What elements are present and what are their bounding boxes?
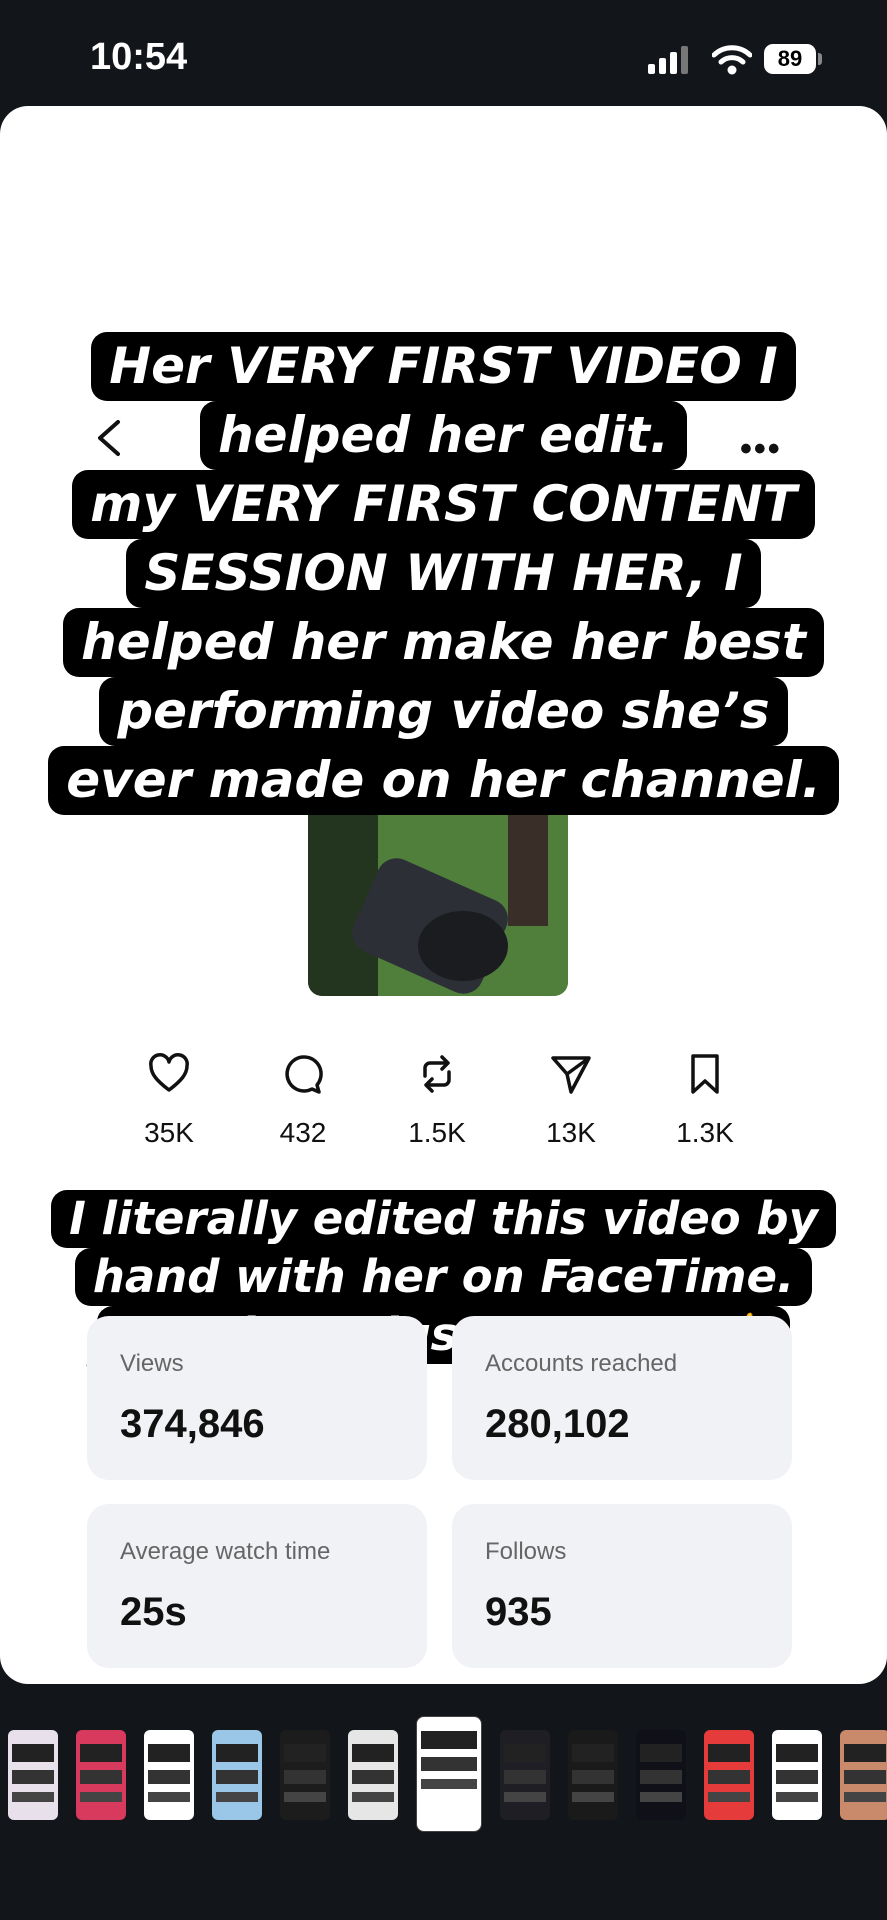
like-action[interactable]: 35K [114, 1052, 224, 1149]
story-thumbnail[interactable] [76, 1730, 126, 1820]
cellular-signal-icon [648, 46, 688, 74]
stat-label: Views [120, 1350, 184, 1377]
stat-value: 25s [120, 1590, 187, 1634]
caption-overlay-top: Her VERY FIRST VIDEO I helped her edit. … [0, 332, 887, 815]
caption-line: SESSION WITH HER, I [126, 539, 761, 608]
story-thumbnail[interactable] [568, 1730, 618, 1820]
caption-line: my VERY FIRST CONTENT [72, 470, 815, 539]
story-thumbnail[interactable] [8, 1730, 58, 1820]
story-thumbnail[interactable] [636, 1730, 686, 1820]
story-thumbnail[interactable] [280, 1730, 330, 1820]
battery-icon: 89 [764, 44, 824, 74]
comment-action[interactable]: 432 [248, 1052, 358, 1149]
stat-label: Average watch time [120, 1538, 331, 1565]
stat-card-accounts-reached[interactable]: Accounts reached 280,102 [452, 1316, 792, 1480]
caption-line: Her VERY FIRST VIDEO I [91, 332, 796, 401]
caption-line: I literally edited this video by [51, 1190, 836, 1248]
caption-line: helped her edit. [200, 401, 687, 470]
stat-card-views[interactable]: Views 374,846 [87, 1316, 427, 1480]
share-action[interactable]: 13K [516, 1052, 626, 1149]
stat-value: 280,102 [485, 1402, 630, 1446]
repost-count: 1.5K [408, 1117, 466, 1148]
caption-line: performing video she’s [99, 677, 788, 746]
caption-line: hand with her on FaceTime. [74, 1248, 813, 1306]
story-thumbnail[interactable] [840, 1730, 887, 1820]
heart-icon [149, 1053, 189, 1092]
post-insights-card: ••• Her VERY FIRST VIDEO I helped her ed… [0, 106, 887, 1684]
share-icon [551, 1056, 591, 1094]
story-thumbnail[interactable] [144, 1730, 194, 1820]
stat-card-average-watch-time[interactable]: Average watch time 25s [87, 1504, 427, 1668]
stat-label: Accounts reached [485, 1350, 678, 1377]
wifi-icon [712, 45, 752, 75]
battery-level: 89 [764, 44, 816, 74]
repost-icon [423, 1055, 451, 1093]
stat-label: Follows [485, 1538, 567, 1565]
story-thumbnail-selected[interactable] [416, 1716, 482, 1832]
stat-value: 935 [485, 1590, 552, 1634]
bookmark-icon [691, 1054, 719, 1094]
caption-line: helped her make her best [63, 608, 824, 677]
story-thumbnail[interactable] [704, 1730, 754, 1820]
stat-card-follows[interactable]: Follows 935 [452, 1504, 792, 1668]
engagement-row: 35K 432 1.5K 13K 1.3K [0, 1052, 887, 1152]
caption-line: ever made on her channel. [48, 746, 839, 815]
repost-action[interactable]: 1.5K [382, 1052, 492, 1149]
comment-count: 432 [279, 1117, 327, 1148]
comment-icon [285, 1055, 323, 1094]
stat-value: 374,846 [120, 1402, 265, 1446]
story-thumbnail-strip[interactable] [0, 1714, 887, 1834]
story-thumbnail[interactable] [500, 1730, 550, 1820]
like-count: 35K [144, 1117, 194, 1148]
story-thumbnail[interactable] [212, 1730, 262, 1820]
story-thumbnail[interactable] [348, 1730, 398, 1820]
share-count: 13K [546, 1117, 596, 1148]
save-action[interactable]: 1.3K [650, 1052, 760, 1149]
story-thumbnail[interactable] [772, 1730, 822, 1820]
status-bar: 10:54 89 [0, 0, 887, 108]
save-count: 1.3K [676, 1117, 734, 1148]
status-time: 10:54 [90, 36, 188, 78]
